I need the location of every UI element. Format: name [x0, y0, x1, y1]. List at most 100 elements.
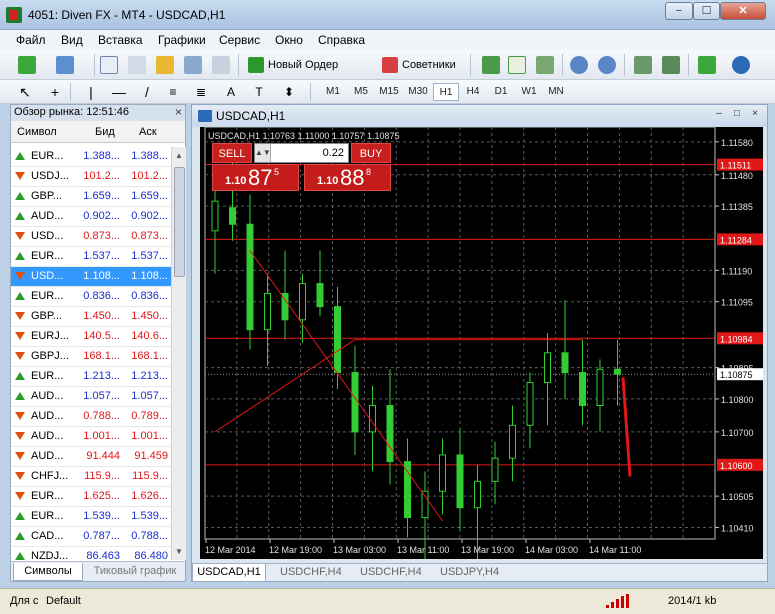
market-watch-row[interactable]: EUR... 1.539... 1.539... [11, 507, 171, 527]
chart-shift-icon[interactable] [662, 56, 680, 74]
periods-clock-icon[interactable] [732, 56, 750, 74]
text-icon[interactable]: A [222, 83, 240, 101]
market-watch-row[interactable]: USD... 0.873... 0.873... [11, 227, 171, 247]
candle-body [526, 381, 534, 426]
new-chart-icon[interactable] [18, 56, 36, 74]
market-watch-row[interactable]: GBPJ... 168.1... 168.1... [11, 347, 171, 367]
data-window-icon[interactable] [128, 56, 146, 74]
zoom-in-icon[interactable] [570, 56, 588, 74]
bar-chart-icon[interactable] [482, 56, 500, 74]
timeframe-h1[interactable]: H1 [433, 83, 459, 101]
bid-price: 91.444 [86, 450, 120, 462]
buy-price-button[interactable]: 1.10 88 8 [304, 164, 391, 191]
timeframe-m30[interactable]: M30 [405, 83, 431, 101]
market-watch-row[interactable]: AUD... 1.001... 1.001... [11, 427, 171, 447]
market-watch-row[interactable]: AUD... 0.902... 0.902... [11, 207, 171, 227]
close-icon[interactable]: × [175, 105, 182, 120]
chart-tab-usdchf-h4[interactable]: USDCHF,H4 [280, 564, 342, 582]
new-order-button[interactable]: Новый Ордер [246, 54, 338, 76]
navigator-icon[interactable] [156, 56, 174, 74]
menu-tools[interactable]: Сервис [219, 33, 260, 47]
chart-canvas[interactable]: 1.115801.114801.113851.111901.110951.108… [200, 127, 763, 559]
market-watch-row[interactable]: USD... 1.108... 1.108... [11, 267, 171, 287]
column-symbol[interactable]: Символ [17, 126, 57, 138]
market-watch-row[interactable]: AUD... 0.788... 0.789... [11, 407, 171, 427]
close-button[interactable]: ✕ [720, 2, 766, 20]
buy-button[interactable]: BUY [351, 143, 391, 163]
market-watch-row[interactable]: EUR... 1.388... 1.388... [11, 147, 171, 167]
market-watch-row[interactable]: EUR... 1.213... 1.213... [11, 367, 171, 387]
market-watch-row[interactable]: CAD... 0.787... 0.788... [11, 527, 171, 547]
market-watch-icon[interactable] [100, 56, 118, 74]
lot-spin-icon[interactable]: ▲▼ [255, 144, 271, 162]
timeframe-d1[interactable]: D1 [488, 83, 514, 101]
chart-maximize-button[interactable]: □ [730, 108, 744, 122]
minimize-button[interactable]: − [665, 2, 693, 20]
menu-help[interactable]: Справка [318, 33, 365, 47]
column-bid[interactable]: Бид [95, 126, 115, 138]
candle-body [561, 352, 569, 374]
market-watch-row[interactable]: AUD... 91.444 91.459 [11, 447, 171, 467]
timeframe-h4[interactable]: H4 [460, 83, 486, 101]
bid-price: 0.873... [83, 230, 120, 242]
lot-value[interactable]: 0.22 [323, 147, 344, 159]
text-label-icon[interactable]: T [250, 83, 268, 101]
market-watch-row[interactable]: GBP... 1.450... 1.450... [11, 307, 171, 327]
timeframe-w1[interactable]: W1 [516, 83, 542, 101]
terminal-icon[interactable] [184, 56, 202, 74]
profiles-icon[interactable] [56, 56, 74, 74]
scroll-up-icon[interactable]: ▲ [175, 151, 183, 160]
timeframe-mn[interactable]: MN [543, 83, 569, 101]
sell-button[interactable]: SELL [212, 143, 252, 163]
menu-charts[interactable]: Графики [158, 33, 206, 47]
scrollbar-thumb[interactable] [174, 167, 185, 277]
sell-price-button[interactable]: 1.10 87 5 [212, 164, 299, 191]
market-watch-row[interactable]: EUR... 1.625... 1.626... [11, 487, 171, 507]
line-chart-icon[interactable] [536, 56, 554, 74]
zoom-out-icon[interactable] [598, 56, 616, 74]
autoscroll-icon[interactable] [634, 56, 652, 74]
chart-close-button[interactable]: × [748, 108, 762, 122]
timeframe-m1[interactable]: M1 [320, 83, 346, 101]
candlestick-icon[interactable] [508, 56, 526, 74]
market-watch-row[interactable]: EUR... 0.836... 0.836... [11, 287, 171, 307]
tab-symbols[interactable]: Символы [13, 563, 83, 581]
maximize-button[interactable]: ☐ [693, 2, 720, 20]
chart-minimize-button[interactable]: – [712, 108, 726, 122]
trendline-icon[interactable]: / [138, 83, 156, 101]
market-watch-row[interactable]: CHFJ... 115.9... 115.9... [11, 467, 171, 487]
menu-file[interactable]: Файл [16, 33, 46, 47]
market-watch-row[interactable]: USDJ... 101.2... 101.2... [11, 167, 171, 187]
price-chart[interactable]: 1.11580 1.11480 1.11385 1.11190 1.11095 1.108… [200, 127, 763, 559]
expert-advisors-button[interactable]: Советники [380, 54, 456, 76]
crosshair-icon[interactable]: + [46, 83, 64, 101]
horizontal-line-icon[interactable]: — [110, 83, 128, 101]
scroll-down-icon[interactable]: ▼ [175, 547, 183, 556]
cursor-icon[interactable]: ↖ [16, 83, 34, 101]
column-ask[interactable]: Аск [139, 126, 157, 138]
timeframe-m5[interactable]: M5 [348, 83, 374, 101]
equidistant-channel-icon[interactable]: ≡ [164, 83, 182, 101]
chart-tab-usdcad-h1[interactable]: USDCAD,H1 [192, 564, 266, 582]
lot-size-input[interactable]: ▲▼ 0.22 [254, 143, 349, 163]
menu-insert[interactable]: Вставка [98, 33, 143, 47]
market-watch-row[interactable]: AUD... 1.057... 1.057... [11, 387, 171, 407]
market-watch-row[interactable]: GBP... 1.659... 1.659... [11, 187, 171, 207]
vertical-line-icon[interactable]: | [82, 83, 100, 101]
timeframe-m15[interactable]: M15 [376, 83, 402, 101]
chart-tab-usdchf-h4[interactable]: USDCHF,H4 [360, 564, 422, 582]
strategy-tester-icon[interactable] [212, 56, 230, 74]
fibonacci-icon[interactable]: ≣ [192, 83, 210, 101]
bid-price: 1.450... [83, 310, 120, 322]
menu-view[interactable]: Вид [61, 33, 83, 47]
indicators-icon[interactable] [698, 56, 716, 74]
menu-window[interactable]: Окно [275, 33, 303, 47]
chart-tab-usdjpy-h4[interactable]: USDJPY,H4 [440, 564, 499, 582]
arrows-icon[interactable]: ⬍ [280, 83, 298, 101]
market-watch-row[interactable]: EUR... 1.537... 1.537... [11, 247, 171, 267]
price-axis-label: 1.11095 [721, 298, 753, 308]
connection-status-icon[interactable] [606, 594, 634, 608]
market-watch-scrollbar[interactable]: ▲ ▼ [171, 147, 186, 560]
market-watch-row[interactable]: EURJ... 140.5... 140.6... [11, 327, 171, 347]
tab-tick-chart[interactable]: Тиковый график [85, 563, 185, 581]
